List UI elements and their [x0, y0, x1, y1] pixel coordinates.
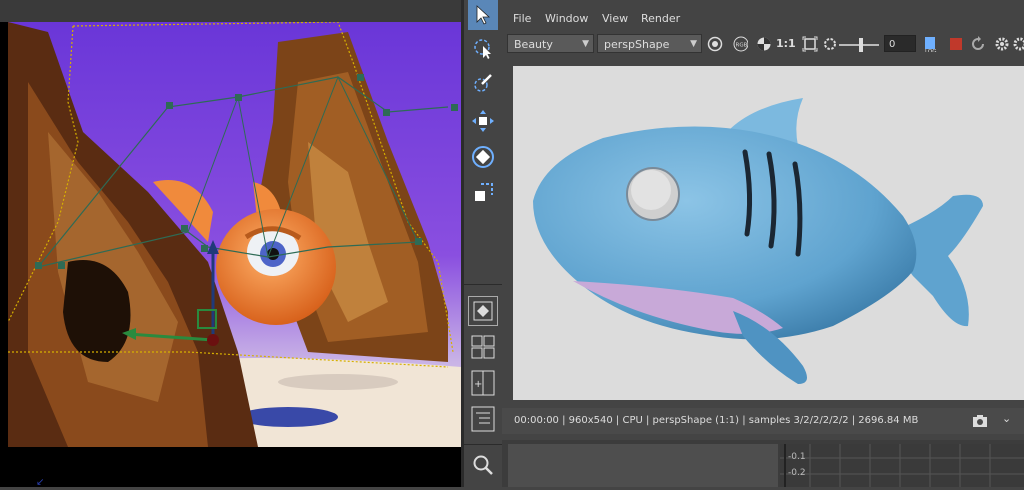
svg-text:+: + — [474, 379, 482, 390]
single-layout-icon — [473, 301, 493, 321]
single-layout-button[interactable] — [468, 296, 498, 326]
graph-editor-panel[interactable]: -0.1 -0.2 — [502, 440, 1024, 487]
viewport-scene[interactable] — [8, 22, 461, 447]
viewport-footer: ↙ — [0, 447, 461, 487]
render-statusbar: 00:00:00 | 960x540 | CPU | perspShape (1… — [502, 408, 1024, 434]
svg-text:LOG: LOG — [925, 49, 936, 52]
select-tool-button[interactable] — [468, 0, 498, 30]
ratio-label[interactable]: 1:1 — [776, 37, 796, 50]
lasso-tool-button[interactable] — [468, 34, 498, 64]
menu-window[interactable]: Window — [545, 12, 588, 25]
refresh-icon[interactable] — [707, 36, 723, 52]
select-tool-icon — [476, 5, 491, 25]
render-toolbar: Beauty ▼ perspShape ▼ RGB 1:1 0 LOG — [502, 32, 1024, 58]
menu-view[interactable]: View — [602, 12, 628, 25]
underwater-scene-image — [8, 22, 461, 447]
graph-canvas[interactable]: -0.1 -0.2 — [780, 444, 1024, 487]
render-canvas[interactable] — [513, 66, 1024, 400]
viewport-header — [0, 0, 461, 22]
four-layout-button[interactable] — [468, 332, 498, 362]
camera-select-value: perspShape — [604, 38, 670, 51]
graph-tick-label: -0.2 — [788, 468, 806, 478]
render-view-window: File Window View Render Beauty ▼ perspSh… — [502, 0, 1024, 487]
toolbox-divider-2 — [464, 444, 502, 445]
chevron-down-icon: ▼ — [582, 39, 589, 49]
two-layout-button[interactable]: + — [468, 368, 498, 398]
toolbox-divider — [464, 284, 502, 285]
aov-select[interactable]: Beauty ▼ — [507, 34, 594, 53]
status-text: 00:00:00 | 960x540 | CPU | perspShape (1… — [514, 415, 919, 426]
channel-icon[interactable] — [756, 36, 772, 52]
stop-icon[interactable] — [948, 36, 964, 52]
scale-tool-icon — [475, 183, 493, 201]
axis-indicator-icon: ↙ — [36, 477, 45, 487]
viewport-panel[interactable]: ↙ — [0, 0, 461, 487]
outliner-layout-icon — [471, 406, 495, 432]
two-layout-icon: + — [471, 370, 495, 396]
graph-outliner — [508, 444, 778, 487]
menu-bar: File Window View Render — [502, 8, 1024, 30]
move-tool-icon — [472, 110, 494, 132]
search-icon — [473, 455, 493, 475]
settings-icon[interactable] — [994, 36, 1010, 52]
ipr-icon[interactable] — [822, 36, 838, 52]
search-button[interactable] — [468, 450, 498, 480]
snapshot-icon[interactable] — [972, 414, 988, 428]
scale-tool-button[interactable] — [468, 178, 498, 208]
menu-render[interactable]: Render — [641, 12, 680, 25]
rotate-tool-button[interactable] — [468, 142, 498, 172]
camera-select[interactable]: perspShape ▼ — [597, 34, 702, 53]
log-icon[interactable]: LOG — [923, 36, 939, 52]
paint-select-button[interactable] — [468, 68, 498, 98]
svg-text:RGB: RGB — [736, 43, 748, 49]
graph-grid — [780, 444, 1024, 487]
shark-render-image — [513, 66, 1024, 400]
chevron-down-icon: ▼ — [690, 39, 697, 49]
menu-file[interactable]: File — [513, 12, 531, 25]
rgb-icon[interactable]: RGB — [732, 36, 748, 52]
lasso-tool-icon — [474, 39, 491, 59]
rotate-tool-icon — [472, 146, 494, 168]
rerender-icon[interactable] — [970, 36, 986, 52]
four-layout-icon — [471, 335, 495, 359]
chevron-down-icon[interactable]: ⌄ — [1002, 412, 1011, 425]
region-icon[interactable] — [802, 36, 818, 52]
outliner-layout-button[interactable] — [468, 404, 498, 434]
aov-select-value: Beauty — [514, 38, 553, 51]
move-tool-button[interactable] — [468, 106, 498, 136]
settings-icon[interactable] — [1012, 36, 1024, 52]
exposure-input[interactable]: 0 — [884, 35, 916, 52]
toolbox: + — [464, 0, 502, 487]
graph-tick-label: -0.1 — [788, 452, 806, 462]
paint-select-icon — [474, 74, 492, 92]
exposure-slider-handle[interactable] — [859, 38, 863, 52]
